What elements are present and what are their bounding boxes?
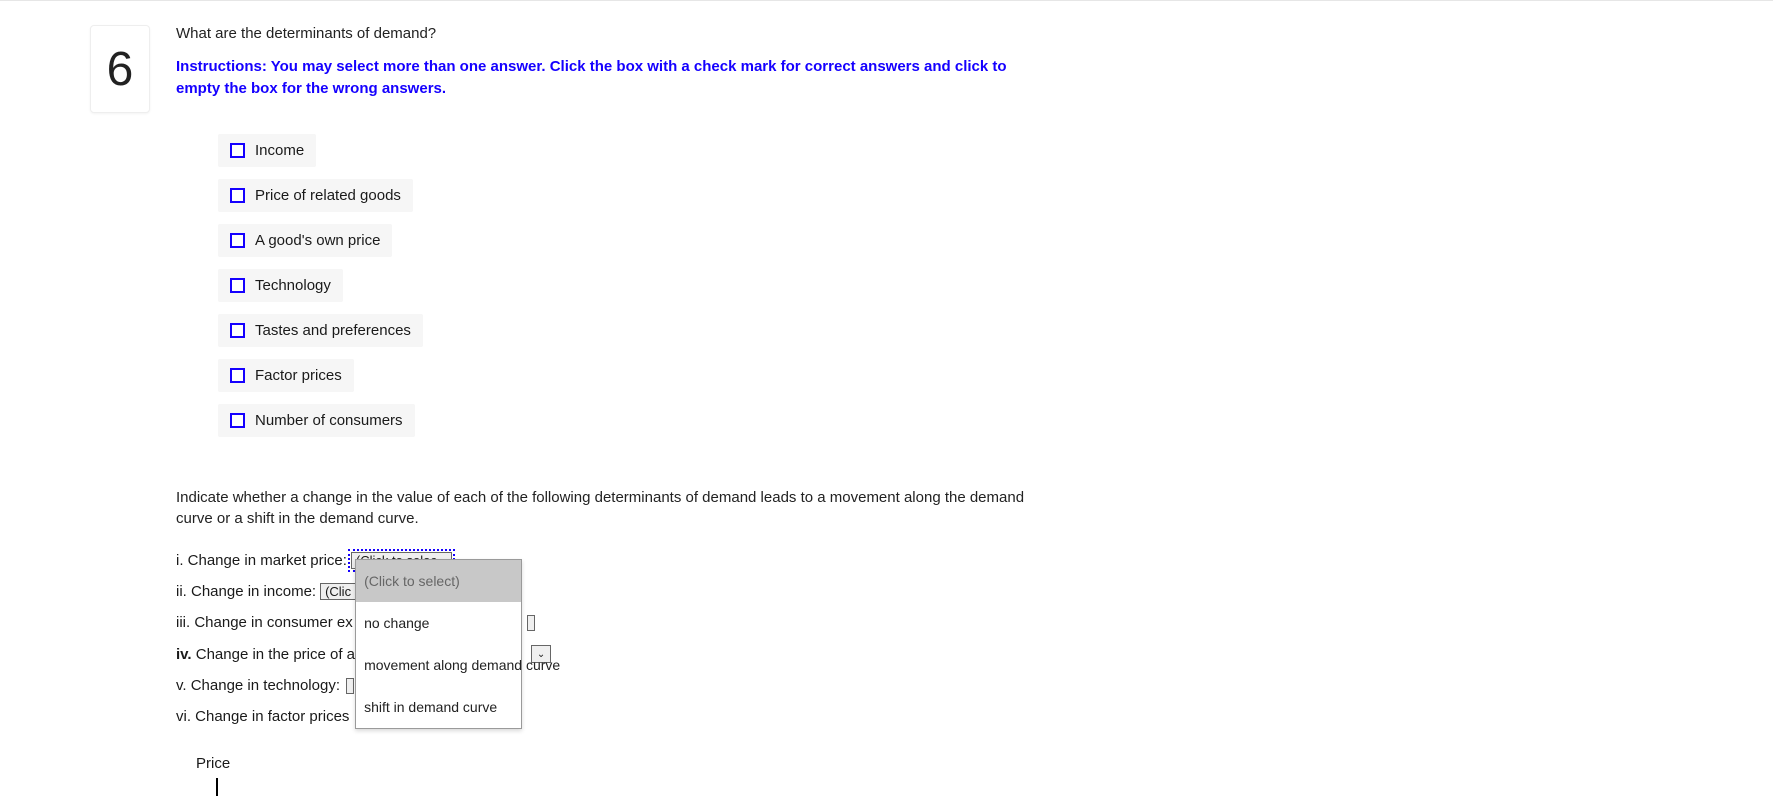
dropdown-option-shift[interactable]: shift in demand curve	[356, 686, 521, 728]
checkbox-icon[interactable]	[230, 368, 245, 383]
y-axis-line	[216, 778, 218, 796]
subitem-ii: ii. Change in income: (Clic (Click to se…	[176, 583, 1026, 600]
subitem-iv: iv. Change in the price of a ⌄	[176, 645, 1026, 663]
subitem-iii: iii. Change in consumer ex	[176, 614, 1026, 631]
subprompt-text: Indicate whether a change in the value o…	[176, 487, 1026, 531]
subitem-i: i. Change in market price: (Click to sel…	[176, 552, 1026, 569]
select-wrap-ii: (Clic (Click to select) no change moveme…	[320, 583, 366, 600]
subitem-label: iii. Change in consumer ex	[176, 614, 353, 631]
subitem-label: v. Change in technology:	[176, 677, 340, 694]
checkbox-icon[interactable]	[230, 143, 245, 158]
checkbox-label: A good's own price	[255, 232, 380, 249]
question-text: What are the determinants of demand?	[176, 25, 1026, 42]
checkbox-option-own-price[interactable]: A good's own price	[218, 224, 392, 257]
checkbox-icon[interactable]	[230, 233, 245, 248]
subitem-vi: vi. Change in factor prices	[176, 708, 1026, 725]
checkbox-label: Income	[255, 142, 304, 159]
select-value: (Clic	[325, 584, 351, 599]
checkbox-option-income[interactable]: Income	[218, 134, 316, 167]
question-number-box: 6	[90, 25, 150, 113]
instructions-text: Instructions: You may select more than o…	[176, 56, 1026, 100]
checkbox-list: Income Price of related goods A good's o…	[176, 134, 1026, 437]
checkbox-option-related-goods[interactable]: Price of related goods	[218, 179, 413, 212]
checkbox-icon[interactable]	[230, 323, 245, 338]
page: 6 What are the determinants of demand? I…	[0, 0, 1773, 796]
dropdown-option-placeholder[interactable]: (Click to select)	[356, 560, 521, 602]
select-iii-edge[interactable]	[527, 615, 535, 631]
subitem-label: iv. Change in the price of a	[176, 646, 355, 663]
checkbox-label: Factor prices	[255, 367, 342, 384]
checkbox-option-technology[interactable]: Technology	[218, 269, 343, 302]
dropdown-open: (Click to select) no change movement alo…	[355, 559, 522, 729]
checkbox-icon[interactable]	[230, 278, 245, 293]
chart-area: Price	[176, 755, 1026, 796]
checkbox-option-tastes[interactable]: Tastes and preferences	[218, 314, 423, 347]
checkbox-icon[interactable]	[230, 413, 245, 428]
checkbox-option-consumers[interactable]: Number of consumers	[218, 404, 415, 437]
checkbox-label: Number of consumers	[255, 412, 403, 429]
question-number: 6	[107, 42, 134, 97]
question-body: What are the determinants of demand? Ins…	[176, 25, 1026, 796]
subitem-v: v. Change in technology:	[176, 677, 1026, 694]
y-axis-label: Price	[196, 755, 1026, 772]
dropdown-option-no-change[interactable]: no change	[356, 602, 521, 644]
question-container: 6 What are the determinants of demand? I…	[0, 25, 1200, 796]
checkbox-label: Technology	[255, 277, 331, 294]
select-v-edge[interactable]	[346, 678, 354, 694]
checkbox-label: Tastes and preferences	[255, 322, 411, 339]
subitems-list: i. Change in market price: (Click to sel…	[176, 552, 1026, 725]
checkbox-label: Price of related goods	[255, 187, 401, 204]
checkbox-option-factor-prices[interactable]: Factor prices	[218, 359, 354, 392]
subitem-label: vi. Change in factor prices	[176, 708, 349, 725]
subitem-label: ii. Change in income:	[176, 583, 316, 600]
subitem-label: i. Change in market price:	[176, 552, 347, 569]
checkbox-icon[interactable]	[230, 188, 245, 203]
dropdown-option-movement[interactable]: movement along demand curve	[356, 644, 521, 686]
